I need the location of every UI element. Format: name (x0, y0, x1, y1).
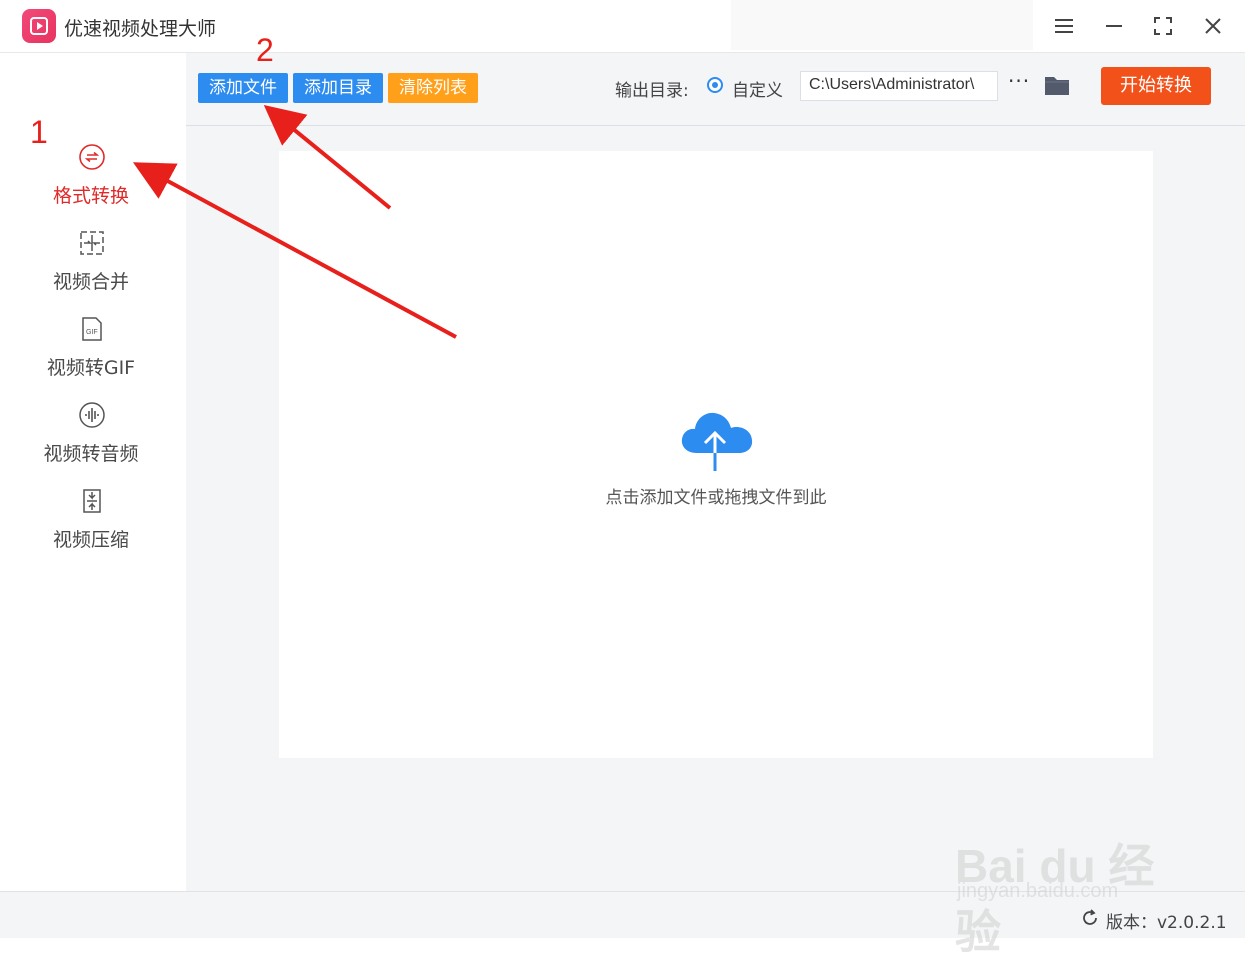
sidebar-item-label: 视频合并 (52, 271, 129, 293)
sidebar-item-format-convert[interactable]: 格式转换 (0, 143, 186, 223)
minimize-icon (1106, 25, 1122, 27)
sidebar-item-label: 视频转GIF (46, 357, 136, 379)
audio-icon (78, 401, 106, 429)
sidebar-item-label: 视频压缩 (52, 529, 129, 551)
output-path-field[interactable]: C:\Users\Administrator\ (800, 71, 998, 101)
output-dir-label: 输出目录: (615, 81, 689, 101)
cloud-upload-icon (679, 407, 755, 475)
hamburger-icon (1055, 19, 1073, 33)
clear-list-button[interactable]: 清除列表 (388, 73, 478, 103)
sidebar-item-label: 视频转音频 (43, 443, 139, 465)
annotation-number-1: 1 (30, 114, 48, 150)
maximize-icon (1154, 17, 1172, 35)
close-icon (1205, 18, 1221, 34)
drop-hint-text: 点击添加文件或拖拽文件到此 (605, 488, 827, 508)
minimize-button[interactable] (1099, 11, 1129, 41)
title-bar-blank (731, 0, 1033, 50)
baidu-watermark: Bai du 经验 jingyan.baidu.com (955, 800, 1185, 958)
sidebar-item-merge[interactable]: 视频合并 (0, 229, 186, 309)
format-convert-icon (78, 143, 106, 171)
custom-radio[interactable] (707, 77, 723, 93)
toolbar: 添加文件 添加目录 清除列表 输出目录: 自定义 C:\Users\Admini… (186, 53, 1245, 126)
sidebar-item-audio[interactable]: 视频转音频 (0, 401, 186, 481)
app-title: 优速视频处理大师 (64, 18, 217, 40)
folder-icon (1045, 77, 1069, 95)
maximize-button[interactable] (1148, 11, 1178, 41)
svg-text:GIF: GIF (86, 329, 98, 336)
watermark-url: jingyan.baidu.com (957, 880, 1119, 902)
more-options-button[interactable]: ··· (1008, 69, 1030, 93)
gif-icon: GIF (78, 315, 106, 343)
annotation-number-2: 2 (256, 32, 274, 68)
open-folder-button[interactable] (1044, 73, 1070, 97)
app-logo-icon (22, 9, 56, 43)
sidebar-item-gif[interactable]: GIF 视频转GIF (0, 315, 186, 395)
menu-button[interactable] (1049, 11, 1079, 41)
close-button[interactable] (1198, 11, 1228, 41)
drop-zone[interactable]: 点击添加文件或拖拽文件到此 (279, 151, 1153, 758)
main-panel: 添加文件 添加目录 清除列表 输出目录: 自定义 C:\Users\Admini… (186, 53, 1245, 891)
add-directory-button[interactable]: 添加目录 (293, 73, 383, 103)
custom-radio-label[interactable]: 自定义 (732, 76, 783, 101)
sidebar-item-label: 格式转换 (52, 185, 129, 207)
compress-icon (78, 487, 106, 515)
start-convert-button[interactable]: 开始转换 (1101, 67, 1211, 105)
add-file-button[interactable]: 添加文件 (198, 73, 288, 103)
sidebar: 格式转换 视频合并 GIF 视频转GIF 视频转音频 视频压缩 (0, 53, 186, 891)
merge-icon (78, 229, 106, 257)
sidebar-item-compress[interactable]: 视频压缩 (0, 487, 186, 567)
title-bar: 优速视频处理大师 (0, 0, 1245, 53)
